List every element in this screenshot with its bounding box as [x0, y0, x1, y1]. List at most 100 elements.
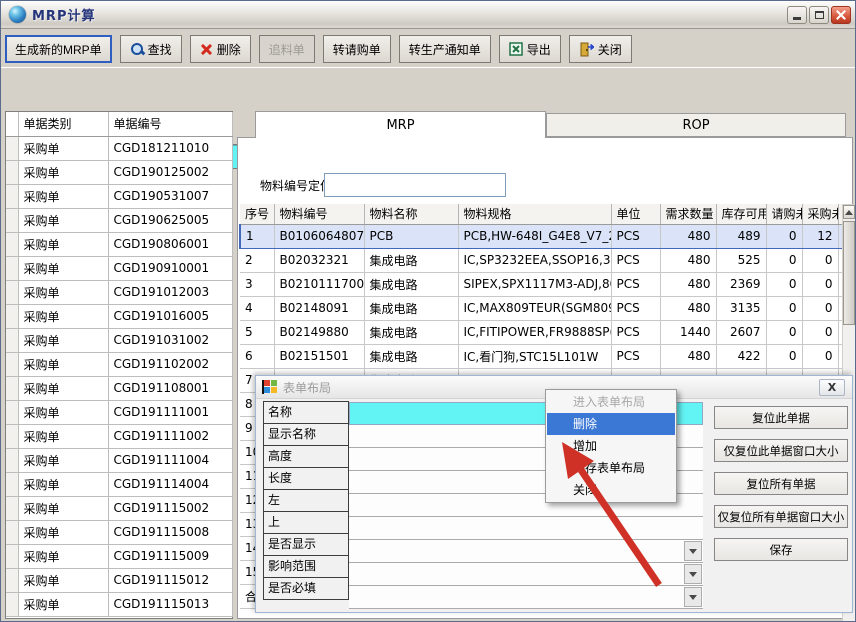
table-row[interactable]: 采购单CGD191115008 — [6, 520, 232, 544]
locate-input[interactable] — [324, 173, 506, 197]
export-label: 导出 — [527, 41, 551, 58]
table-row[interactable]: 采购单CGD191031002 — [6, 328, 232, 352]
table-row[interactable]: 采购单CGD181211010 — [6, 136, 232, 160]
menu-item-save-form-layout[interactable]: 保存表单布局 — [547, 457, 675, 479]
table-row[interactable]: 采购单CGD191111001 — [6, 400, 232, 424]
maximize-button[interactable] — [809, 6, 829, 24]
col-header-code[interactable]: 物料编号 — [274, 204, 364, 224]
minimize-icon — [793, 17, 801, 20]
table-row[interactable]: 采购单CGD191115013 — [6, 592, 232, 616]
reset-all-docs-window-size-button[interactable]: 仅复位所有单据窗口大小 — [714, 505, 848, 528]
field-label-column: 名称 显示名称 高度 长度 左 上 是否显示 影响范围 是否必填 — [263, 402, 349, 600]
documents-panel: 单据类别 单据编号 采购单CGD181211010 采购单CGD19012500… — [5, 111, 233, 619]
table-row[interactable]: 采购单CGD190910001 — [6, 256, 232, 280]
table-row[interactable]: 3B0210111700集成电路SIPEX,SPX1117M3-ADJ,80PC… — [240, 272, 843, 296]
chevron-down-icon — [689, 549, 697, 554]
to-production-notice-label: 转生产通知单 — [409, 41, 481, 58]
find-button[interactable]: 查找 — [120, 35, 182, 63]
close-window-label: 关闭 — [598, 41, 622, 58]
field-label: 左 — [263, 489, 349, 512]
field-label: 高度 — [263, 445, 349, 468]
table-row[interactable]: 采购单CGD191114004 — [6, 472, 232, 496]
delete-x-icon — [200, 43, 213, 56]
doc-type-header[interactable]: 单据类别 — [18, 112, 108, 136]
close-window-button[interactable]: 关闭 — [569, 35, 632, 63]
windows-flag-icon — [262, 380, 277, 394]
chase-order-label: 追料单 — [269, 41, 305, 58]
scroll-up-button[interactable] — [843, 205, 855, 219]
minimize-button[interactable] — [787, 6, 807, 24]
to-production-notice-button[interactable]: 转生产通知单 — [399, 35, 491, 63]
table-row[interactable]: 采购单CGD190625005 — [6, 208, 232, 232]
field-label: 影响范围 — [263, 555, 349, 578]
reset-this-doc-button[interactable]: 复位此单据 — [714, 406, 848, 429]
menu-item-add[interactable]: 增加 — [547, 435, 675, 457]
table-row[interactable]: 2B02032321集成电路IC,SP3232EEA,SSOP16,3.0PCS… — [240, 248, 843, 272]
table-row[interactable]: 采购单CGD191102002 — [6, 352, 232, 376]
table-row[interactable]: 采购单CGD190806001 — [6, 232, 232, 256]
table-row[interactable]: 5B02149880集成电路IC,FITIPOWER,FR9888SP(PCS1… — [240, 320, 843, 344]
menu-item-close[interactable]: 关闭 — [547, 479, 675, 501]
col-header-unit[interactable]: 单位 — [611, 204, 660, 224]
chevron-down-icon — [689, 595, 697, 600]
close-icon — [836, 10, 846, 20]
col-header-name[interactable]: 物料名称 — [364, 204, 458, 224]
dropdown-button[interactable] — [684, 564, 702, 584]
dialog-close-button[interactable]: X — [819, 379, 845, 396]
required-value-field[interactable] — [349, 586, 703, 609]
table-row[interactable]: 采购单CGD190125002 — [6, 160, 232, 184]
col-header-seq[interactable]: 序号 — [240, 204, 274, 224]
dropdown-button[interactable] — [684, 587, 702, 607]
delete-label: 删除 — [217, 41, 241, 58]
doc-no-header[interactable]: 单据编号 — [108, 112, 232, 136]
table-row[interactable]: 采购单CGD191016005 — [6, 304, 232, 328]
context-menu: 进入表单布局 删除 增加 保存表单布局 关闭 — [545, 389, 677, 503]
delete-button[interactable]: 删除 — [190, 35, 251, 63]
col-header-spec[interactable]: 物料规格 — [458, 204, 611, 224]
table-row[interactable]: 采购单CGD191108001 — [6, 376, 232, 400]
row-selector-header[interactable] — [6, 112, 18, 136]
chase-order-button[interactable]: 追料单 — [259, 35, 315, 63]
table-row[interactable]: 采购单CGD191115002 — [6, 496, 232, 520]
table-row[interactable]: 采购单CGD191111004 — [6, 448, 232, 472]
scope-value-field[interactable] — [349, 563, 703, 586]
arrow-up-icon — [845, 210, 853, 215]
col-header-demand[interactable]: 需求数量 — [660, 204, 716, 224]
top-value-field[interactable] — [349, 517, 703, 540]
toolbar: 生成新的MRP单 查找 删除 追料单 转请购单 转生产通知单 导出 关闭 — [5, 33, 853, 65]
table-row[interactable]: 1B0106064807PCBPCB,HW-648I_G4E8_V7_2PCS4… — [240, 224, 843, 248]
to-purchase-req-button[interactable]: 转请购单 — [323, 35, 391, 63]
mrp-window: MRP计算 生成新的MRP单 查找 删除 追料单 转请购单 转生产通知单 导出 … — [0, 0, 856, 622]
dropdown-button[interactable] — [684, 541, 702, 561]
exit-door-icon — [579, 42, 594, 57]
field-label: 是否必填 — [263, 577, 349, 600]
table-row[interactable]: 采购单CGD191012003 — [6, 280, 232, 304]
titlebar[interactable]: MRP计算 — [1, 1, 856, 29]
field-label: 长度 — [263, 467, 349, 490]
menu-item-delete[interactable]: 删除 — [547, 413, 675, 435]
scrollbar-thumb[interactable] — [843, 221, 855, 325]
close-button[interactable] — [831, 6, 851, 24]
col-header-stock[interactable]: 库存可用 — [716, 204, 766, 224]
doc-header-row: MRP单号 计算日期 — [1, 67, 856, 109]
col-header-req[interactable]: 请购未 — [766, 204, 802, 224]
tab-mrp[interactable]: MRP — [255, 111, 546, 138]
save-button[interactable]: 保存 — [714, 538, 848, 561]
reset-all-docs-button[interactable]: 复位所有单据 — [714, 472, 848, 495]
new-mrp-button[interactable]: 生成新的MRP单 — [5, 35, 112, 63]
table-row[interactable]: 4B02148091集成电路IC,MAX809TEUR(SGM809-PCS48… — [240, 296, 843, 320]
col-header-po[interactable]: 采购未 — [802, 204, 838, 224]
table-row[interactable]: 采购单CGD191115012 — [6, 568, 232, 592]
visible-value-field[interactable] — [349, 540, 703, 563]
window-title: MRP计算 — [32, 5, 95, 24]
table-row[interactable]: 采购单CGD190531007 — [6, 184, 232, 208]
reset-this-doc-window-size-button[interactable]: 仅复位此单据窗口大小 — [714, 439, 848, 462]
table-row[interactable]: 6B02151501集成电路IC,看门狗,STC15L101WPCS480422… — [240, 344, 843, 368]
tab-rop[interactable]: ROP — [546, 113, 846, 137]
to-purchase-req-label: 转请购单 — [333, 41, 381, 58]
table-row[interactable]: 采购单CGD191115009 — [6, 544, 232, 568]
table-row[interactable]: 采购单CGD191111002 — [6, 424, 232, 448]
field-label: 上 — [263, 511, 349, 534]
menu-item-enter-form-layout[interactable]: 进入表单布局 — [547, 391, 675, 413]
export-button[interactable]: 导出 — [499, 35, 561, 63]
